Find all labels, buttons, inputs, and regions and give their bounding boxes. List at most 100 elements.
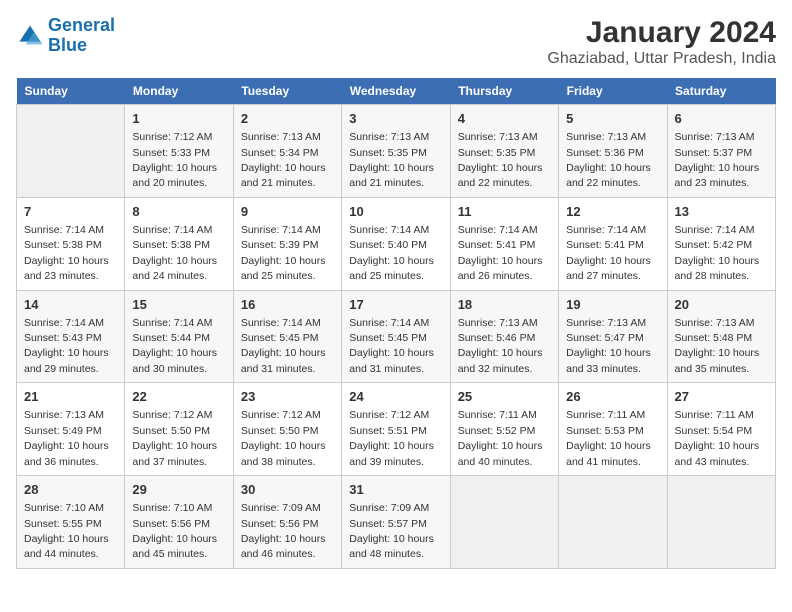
day-info: Sunrise: 7:14 AM Sunset: 5:45 PM Dayligh…	[241, 317, 326, 375]
day-number: 1	[132, 110, 225, 128]
day-number: 26	[566, 388, 659, 406]
day-info: Sunrise: 7:13 AM Sunset: 5:34 PM Dayligh…	[241, 131, 326, 189]
day-cell: 21 Sunrise: 7:13 AM Sunset: 5:49 PM Dayli…	[17, 383, 125, 476]
day-info: Sunrise: 7:14 AM Sunset: 5:42 PM Dayligh…	[675, 224, 760, 282]
day-info: Sunrise: 7:09 AM Sunset: 5:56 PM Dayligh…	[241, 502, 326, 560]
day-number: 3	[349, 110, 442, 128]
logo-line2: Blue	[48, 35, 87, 55]
day-number: 28	[24, 481, 117, 499]
day-cell: 14Sunrise: 7:14 AM Sunset: 5:43 PM Dayli…	[17, 290, 125, 383]
week-row-4: 21 Sunrise: 7:13 AM Sunset: 5:49 PM Dayli…	[17, 383, 776, 476]
day-info: Sunrise: 7:10 AM Sunset: 5:56 PM Dayligh…	[132, 502, 217, 560]
week-row-2: 7 Sunrise: 7:14 AM Sunset: 5:38 PM Daylig…	[17, 197, 776, 290]
header-cell-wednesday: Wednesday	[342, 78, 450, 105]
day-cell: 24Sunrise: 7:12 AM Sunset: 5:51 PM Dayli…	[342, 383, 450, 476]
week-row-5: 28 Sunrise: 7:10 AM Sunset: 5:55 PM Dayli…	[17, 476, 776, 569]
day-cell	[667, 476, 775, 569]
day-info: Sunrise: 7:13 AM Sunset: 5:35 PM Dayligh…	[349, 131, 434, 189]
day-info: Sunrise: 7:09 AM Sunset: 5:57 PM Dayligh…	[349, 502, 434, 560]
page-title: January 2024	[547, 16, 776, 50]
day-info: Sunrise: 7:14 AM Sunset: 5:41 PM Dayligh…	[566, 224, 651, 282]
day-info: Sunrise: 7:11 AM Sunset: 5:54 PM Dayligh…	[675, 409, 760, 467]
day-info: Sunrise: 7:14 AM Sunset: 5:45 PM Dayligh…	[349, 317, 434, 375]
day-number: 27	[675, 388, 768, 406]
day-info: Sunrise: 7:13 AM Sunset: 5:46 PM Dayligh…	[458, 317, 543, 375]
day-number: 29	[132, 481, 225, 499]
header-cell-saturday: Saturday	[667, 78, 775, 105]
page-header: General Blue January 2024 Ghaziabad, Utt…	[16, 16, 776, 68]
day-cell: 16 Sunrise: 7:14 AM Sunset: 5:45 PM Dayli…	[233, 290, 341, 383]
day-info: Sunrise: 7:10 AM Sunset: 5:55 PM Dayligh…	[24, 502, 109, 560]
day-number: 24	[349, 388, 442, 406]
day-number: 16	[241, 296, 334, 314]
day-cell	[450, 476, 558, 569]
day-number: 21	[24, 388, 117, 406]
day-cell: 12 Sunrise: 7:14 AM Sunset: 5:41 PM Dayli…	[559, 197, 667, 290]
day-cell: 1 Sunrise: 7:12 AM Sunset: 5:33 PM Daylig…	[125, 105, 233, 198]
day-number: 23	[241, 388, 334, 406]
day-cell: 29 Sunrise: 7:10 AM Sunset: 5:56 PM Dayli…	[125, 476, 233, 569]
day-cell: 18Sunrise: 7:13 AM Sunset: 5:46 PM Dayli…	[450, 290, 558, 383]
day-info: Sunrise: 7:14 AM Sunset: 5:43 PM Dayligh…	[24, 317, 109, 375]
day-cell: 20 Sunrise: 7:13 AM Sunset: 5:48 PM Dayli…	[667, 290, 775, 383]
day-cell: 9Sunrise: 7:14 AM Sunset: 5:39 PM Daylig…	[233, 197, 341, 290]
logo-line1: General	[48, 15, 115, 35]
day-number: 2	[241, 110, 334, 128]
header-row: SundayMondayTuesdayWednesdayThursdayFrid…	[17, 78, 776, 105]
day-number: 10	[349, 203, 442, 221]
day-info: Sunrise: 7:14 AM Sunset: 5:38 PM Dayligh…	[132, 224, 217, 282]
day-number: 30	[241, 481, 334, 499]
day-cell: 17 Sunrise: 7:14 AM Sunset: 5:45 PM Dayli…	[342, 290, 450, 383]
day-cell: 10Sunrise: 7:14 AM Sunset: 5:40 PM Dayli…	[342, 197, 450, 290]
day-number: 11	[458, 203, 551, 221]
day-info: Sunrise: 7:12 AM Sunset: 5:50 PM Dayligh…	[132, 409, 217, 467]
day-info: Sunrise: 7:12 AM Sunset: 5:33 PM Dayligh…	[132, 131, 217, 189]
day-info: Sunrise: 7:13 AM Sunset: 5:48 PM Dayligh…	[675, 317, 760, 375]
day-number: 15	[132, 296, 225, 314]
day-cell: 31 Sunrise: 7:09 AM Sunset: 5:57 PM Dayli…	[342, 476, 450, 569]
day-cell: 23 Sunrise: 7:12 AM Sunset: 5:50 PM Dayli…	[233, 383, 341, 476]
day-info: Sunrise: 7:14 AM Sunset: 5:44 PM Dayligh…	[132, 317, 217, 375]
day-cell: 19Sunrise: 7:13 AM Sunset: 5:47 PM Dayli…	[559, 290, 667, 383]
title-block: January 2024 Ghaziabad, Uttar Pradesh, I…	[547, 16, 776, 68]
day-number: 8	[132, 203, 225, 221]
calendar-table: SundayMondayTuesdayWednesdayThursdayFrid…	[16, 78, 776, 569]
page-subtitle: Ghaziabad, Uttar Pradesh, India	[547, 50, 776, 68]
day-number: 4	[458, 110, 551, 128]
day-cell: 13 Sunrise: 7:14 AM Sunset: 5:42 PM Dayli…	[667, 197, 775, 290]
day-info: Sunrise: 7:13 AM Sunset: 5:35 PM Dayligh…	[458, 131, 543, 189]
header-cell-sunday: Sunday	[17, 78, 125, 105]
day-cell	[17, 105, 125, 198]
header-cell-thursday: Thursday	[450, 78, 558, 105]
day-info: Sunrise: 7:13 AM Sunset: 5:36 PM Dayligh…	[566, 131, 651, 189]
day-cell: 3 Sunrise: 7:13 AM Sunset: 5:35 PM Daylig…	[342, 105, 450, 198]
day-cell: 25Sunrise: 7:11 AM Sunset: 5:52 PM Dayli…	[450, 383, 558, 476]
day-info: Sunrise: 7:11 AM Sunset: 5:53 PM Dayligh…	[566, 409, 651, 467]
day-cell: 28 Sunrise: 7:10 AM Sunset: 5:55 PM Dayli…	[17, 476, 125, 569]
logo: General Blue	[16, 16, 115, 56]
header-cell-monday: Monday	[125, 78, 233, 105]
calendar-header: SundayMondayTuesdayWednesdayThursdayFrid…	[17, 78, 776, 105]
day-number: 20	[675, 296, 768, 314]
day-cell: 22 Sunrise: 7:12 AM Sunset: 5:50 PM Dayli…	[125, 383, 233, 476]
day-info: Sunrise: 7:13 AM Sunset: 5:49 PM Dayligh…	[24, 409, 109, 467]
day-info: Sunrise: 7:12 AM Sunset: 5:50 PM Dayligh…	[241, 409, 326, 467]
week-row-1: 1 Sunrise: 7:12 AM Sunset: 5:33 PM Daylig…	[17, 105, 776, 198]
day-cell: 27 Sunrise: 7:11 AM Sunset: 5:54 PM Dayli…	[667, 383, 775, 476]
day-info: Sunrise: 7:13 AM Sunset: 5:47 PM Dayligh…	[566, 317, 651, 375]
day-info: Sunrise: 7:14 AM Sunset: 5:38 PM Dayligh…	[24, 224, 109, 282]
day-number: 17	[349, 296, 442, 314]
header-cell-tuesday: Tuesday	[233, 78, 341, 105]
logo-icon	[16, 22, 44, 50]
day-number: 31	[349, 481, 442, 499]
day-cell: 30 Sunrise: 7:09 AM Sunset: 5:56 PM Dayli…	[233, 476, 341, 569]
day-number: 7	[24, 203, 117, 221]
day-number: 13	[675, 203, 768, 221]
day-info: Sunrise: 7:14 AM Sunset: 5:39 PM Dayligh…	[241, 224, 326, 282]
day-number: 12	[566, 203, 659, 221]
day-number: 22	[132, 388, 225, 406]
day-cell: 7 Sunrise: 7:14 AM Sunset: 5:38 PM Daylig…	[17, 197, 125, 290]
week-row-3: 14Sunrise: 7:14 AM Sunset: 5:43 PM Dayli…	[17, 290, 776, 383]
day-number: 6	[675, 110, 768, 128]
day-cell: 2 Sunrise: 7:13 AM Sunset: 5:34 PM Daylig…	[233, 105, 341, 198]
